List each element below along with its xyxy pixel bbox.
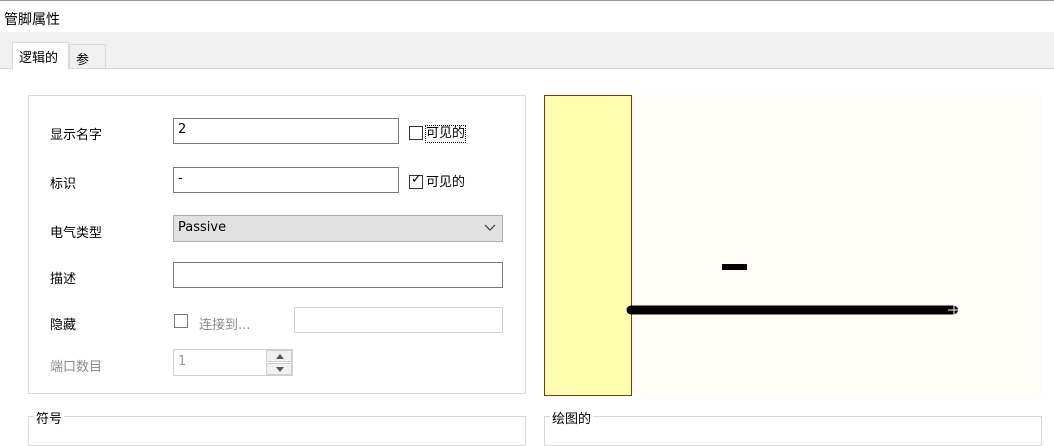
port-count-spinner[interactable]: 1 — [173, 349, 293, 376]
port-count-value: 1 — [178, 354, 187, 369]
triangle-down-icon — [276, 367, 284, 372]
chevron-down-icon — [484, 224, 496, 231]
drawing-group — [544, 416, 1042, 446]
tab-logical[interactable]: 逻辑的 — [12, 42, 69, 69]
electrical-type-label: 电气类型 — [50, 226, 103, 241]
symbol-group-label: 符号 — [34, 408, 65, 427]
tab-parameters[interactable]: 参数 — [69, 44, 106, 87]
symbol-group — [28, 416, 526, 446]
hidden-label: 隐藏 — [50, 318, 77, 333]
designator-input[interactable]: - — [173, 167, 399, 193]
spin-up-button[interactable] — [266, 350, 292, 362]
triangle-up-icon — [276, 354, 284, 359]
display-name-label: 显示名字 — [50, 128, 103, 143]
designator-visible-checkbox[interactable]: ✓ — [409, 172, 423, 189]
electrical-type-select[interactable]: Passive — [173, 215, 503, 242]
check-icon: ✓ — [411, 172, 422, 187]
display-name-input[interactable]: 2 — [173, 118, 399, 144]
hidden-checkbox[interactable] — [174, 314, 188, 328]
drawing-group-label: 绘图的 — [550, 408, 594, 427]
description-input[interactable] — [173, 262, 503, 288]
connect-to-label: 连接到... — [199, 318, 251, 333]
window-title: 管脚属性 — [4, 12, 60, 28]
designator-label: 标识 — [50, 177, 77, 192]
electrical-type-value: Passive — [178, 220, 227, 235]
pin-graphic — [626, 264, 960, 316]
description-label: 描述 — [50, 272, 77, 287]
pin-designator-mark — [722, 264, 747, 270]
display-name-visible-label[interactable]: 可见的 — [424, 125, 467, 143]
title-bar: 管脚属性 — [0, 0, 1054, 32]
designator-visible-label[interactable]: 可见的 — [426, 175, 465, 191]
display-name-visible-checkbox[interactable] — [409, 126, 423, 140]
port-count-label: 端口数目 — [50, 360, 103, 375]
connect-to-input[interactable] — [294, 307, 503, 333]
spin-down-button[interactable] — [266, 363, 292, 375]
tab-strip — [0, 32, 1054, 69]
